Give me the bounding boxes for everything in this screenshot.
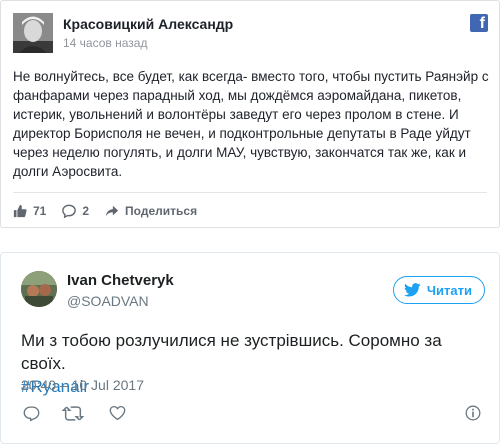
heart-icon <box>109 405 125 421</box>
twitter-bird-icon <box>403 283 421 297</box>
tweet-author-avatar[interactable] <box>21 271 57 307</box>
comment-icon <box>62 204 77 218</box>
like-heart-button[interactable] <box>107 403 127 423</box>
info-icon <box>465 405 481 421</box>
tweet-author-name[interactable]: Ivan Chetveryk <box>67 272 174 289</box>
like-button[interactable]: 71 <box>13 204 46 218</box>
comment-button[interactable]: 2 <box>62 204 89 218</box>
comment-count: 2 <box>82 204 90 218</box>
follow-button-label: Читати <box>426 282 472 298</box>
share-label: Поделиться <box>125 204 198 218</box>
share-arrow-icon <box>105 205 119 217</box>
facebook-post-card: Красовицкий Александр 14 часов назад f Н… <box>0 0 500 228</box>
author-name[interactable]: Красовицкий Александр <box>63 16 233 32</box>
retweet-button[interactable] <box>61 403 85 423</box>
post-actions: 71 2 Поделиться <box>13 203 213 219</box>
tweet-timestamp[interactable]: 20:40 – 10 Jul 2017 <box>21 377 144 393</box>
thumbs-up-icon <box>13 204 27 218</box>
tweet-card: Ivan Chetveryk @SOADVAN Читати Ми з тобо… <box>0 252 500 444</box>
tweet-author-handle[interactable]: @SOADVAN <box>67 293 149 309</box>
share-button[interactable]: Поделиться <box>105 204 197 218</box>
info-button[interactable] <box>463 403 483 423</box>
post-timestamp[interactable]: 14 часов назад <box>63 36 147 50</box>
author-avatar[interactable] <box>13 13 53 53</box>
facebook-f-icon[interactable]: f <box>470 14 488 32</box>
reply-button[interactable] <box>21 403 41 423</box>
like-count: 71 <box>33 204 47 218</box>
reply-icon <box>23 405 39 421</box>
retweet-icon <box>62 405 84 421</box>
actions-divider <box>13 192 487 193</box>
tweet-body: Ми з тобою розлучилися не зустрівшись. С… <box>21 331 442 373</box>
follow-button[interactable]: Читати <box>392 276 485 304</box>
tweet-actions <box>21 403 483 423</box>
post-text: Не волнуйтесь, все будет, как всегда- вм… <box>13 69 489 179</box>
